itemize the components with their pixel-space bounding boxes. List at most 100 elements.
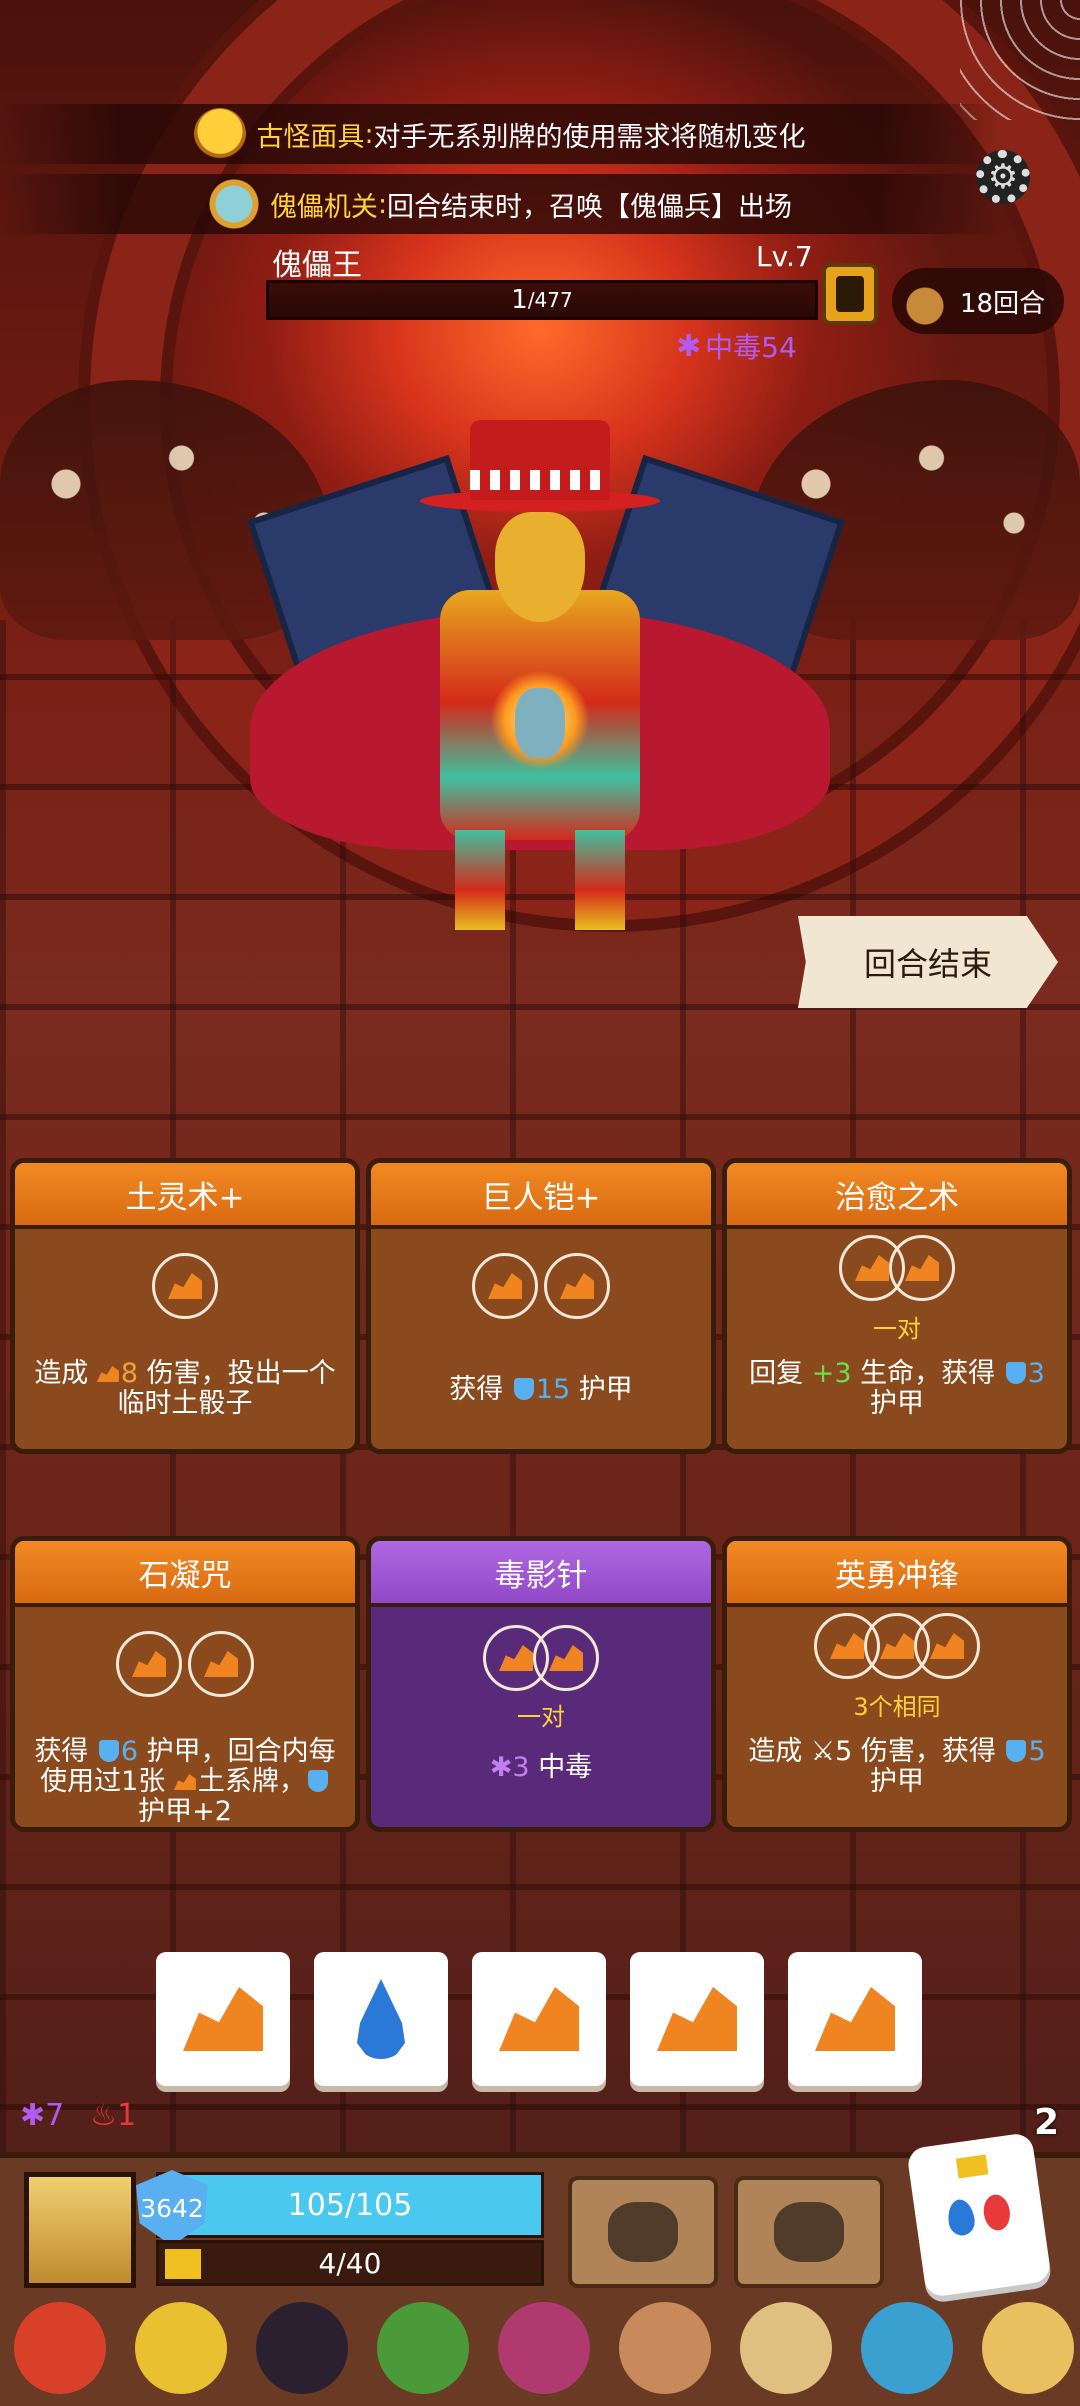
- earth-icon: [204, 1651, 238, 1677]
- desc-text: 中毒: [529, 1752, 593, 1783]
- dice-slot[interactable]: [533, 1625, 599, 1691]
- earth-icon: [168, 1273, 202, 1299]
- desc-text: 造成: [748, 1736, 811, 1767]
- die-earth[interactable]: [788, 1952, 922, 2086]
- hourglass-bag-icon: [900, 276, 950, 326]
- relic-mirror-icon[interactable]: [740, 2302, 832, 2394]
- card-poison-needle[interactable]: 毒影针 一对 ✱3 中毒: [366, 1536, 716, 1832]
- player-avatar[interactable]: [24, 2172, 136, 2288]
- dice-slots: [15, 1253, 355, 1319]
- die-earth[interactable]: [472, 1952, 606, 2086]
- earth-icon: [499, 1987, 579, 2051]
- boss-poison-status[interactable]: ✱ 中毒54: [676, 326, 797, 366]
- player-fire-status[interactable]: ♨1: [90, 2098, 136, 2133]
- boss-hp-bar: 1 /477: [266, 280, 818, 320]
- trait-text: 对手无系别牌的使用需求将随机变化: [373, 121, 806, 153]
- card-giant-armor[interactable]: 巨人铠+ 获得 15 护甲: [366, 1158, 716, 1454]
- card-stone-curse[interactable]: 石凝咒 获得 6 护甲，回合内每使用过1张 土系牌，护甲+2: [10, 1536, 360, 1832]
- relic-magic-hat-icon[interactable]: [256, 2302, 348, 2394]
- dice-slot[interactable]: [152, 1253, 218, 1319]
- damage-value: 5: [835, 1736, 853, 1767]
- boss-leg-left: [455, 830, 505, 930]
- shield-icon: [98, 1740, 119, 1762]
- boss-mask-face: [495, 512, 585, 622]
- earth-icon: [815, 1987, 895, 2051]
- xp-value: 4/40: [318, 2246, 382, 2280]
- boss-trait-banner-1[interactable]: 古怪面具 : 对手无系别牌的使用需求将随机变化: [0, 104, 1000, 164]
- boss-hat: [470, 420, 610, 500]
- skill-button-claw[interactable]: [734, 2176, 884, 2288]
- reroll-dice-button[interactable]: [906, 2131, 1052, 2299]
- claw-icon: [774, 2202, 844, 2262]
- earth-icon: [488, 1273, 522, 1299]
- poison-splat-icon: ✱: [489, 1752, 513, 1783]
- puppet-king-boss[interactable]: [230, 420, 850, 940]
- gear-icon[interactable]: ⚙: [976, 150, 1030, 204]
- relic-banana-icon[interactable]: [982, 2302, 1074, 2394]
- earth-icon: [132, 1651, 166, 1677]
- dice-slot[interactable]: [116, 1631, 182, 1697]
- armor-value: 3: [1027, 1358, 1045, 1389]
- shield-icon: [513, 1378, 534, 1400]
- player-status-effects: ✱7 ♨1: [20, 2098, 136, 2133]
- dice-slot[interactable]: [188, 1631, 254, 1697]
- shield-icon: [307, 1770, 328, 1792]
- earth-icon: [855, 1255, 889, 1281]
- earth-icon: [880, 1633, 914, 1659]
- earth-icon: [657, 1987, 737, 2051]
- desc-text: 土系牌，: [197, 1766, 306, 1797]
- relic-heart-gem-icon[interactable]: [498, 2302, 590, 2394]
- die-earth[interactable]: [156, 1952, 290, 2086]
- combo-requirement: 3个相同: [853, 1693, 941, 1721]
- boss-trait-banner-2[interactable]: 傀儡机关 : 回合结束时，召唤【傀儡兵】出场: [0, 174, 1000, 234]
- relic-scroll-icon[interactable]: [619, 2302, 711, 2394]
- dice-slot[interactable]: [889, 1235, 955, 1301]
- damage-value: 8: [120, 1358, 139, 1389]
- card-description: 造成 ⚔5 伤害，获得 5 护甲: [739, 1737, 1055, 1797]
- trait-separator: :: [364, 118, 374, 150]
- trait-text: 回合结束时，召唤【傀儡兵】出场: [387, 191, 793, 223]
- heart-icon: [981, 2192, 1013, 2233]
- earth-icon: [499, 1645, 533, 1671]
- dice-slot[interactable]: [544, 1253, 610, 1319]
- dice-slot[interactable]: [914, 1613, 980, 1679]
- earth-icon: [549, 1645, 583, 1671]
- card-earth-spell[interactable]: 土灵术+ 造成 8 伤害，投出一个临时土骰子: [10, 1158, 360, 1454]
- end-turn-button[interactable]: 回合结束: [798, 916, 1058, 1008]
- desc-text: 护甲: [570, 1374, 633, 1405]
- poison-value: 3: [512, 1752, 530, 1783]
- card-healing[interactable]: 治愈之术 一对 回复 +3 生命，获得 3 护甲: [722, 1158, 1072, 1454]
- fire-stacks: 1: [117, 2098, 137, 2133]
- relic-red-horn-icon[interactable]: [14, 2302, 106, 2394]
- card-heroic-charge[interactable]: 英勇冲锋 3个相同 造成 ⚔5 伤害，获得 5 护甲: [722, 1536, 1072, 1832]
- puppet-icon: [207, 178, 260, 230]
- fist-icon: [608, 2202, 678, 2262]
- dice-slots: [727, 1235, 1067, 1301]
- player-poison-status[interactable]: ✱7: [20, 2098, 64, 2133]
- heal-value: +3: [811, 1358, 852, 1389]
- earth-icon: [830, 1633, 864, 1659]
- dice-slot[interactable]: [472, 1253, 538, 1319]
- relic-bar: [14, 2302, 1074, 2394]
- earth-icon: [96, 1366, 119, 1382]
- relic-pumpkin-shield-icon[interactable]: [861, 2302, 953, 2394]
- earth-icon: [560, 1273, 594, 1299]
- shield-icon: [1005, 1362, 1026, 1384]
- card-description: 回复 +3 生命，获得 3 护甲: [739, 1359, 1055, 1419]
- water-drop-icon: [357, 1979, 405, 2059]
- player-hp-bar: 105/105: [156, 2172, 544, 2238]
- desc-text: 伤害，获得: [852, 1736, 1005, 1767]
- card-title: 英勇冲锋: [727, 1541, 1067, 1607]
- boss-level: Lv.7: [756, 240, 813, 273]
- boss-poison-value: 中毒54: [705, 331, 797, 364]
- water-drop-icon: [945, 2197, 977, 2238]
- die-earth[interactable]: [630, 1952, 764, 2086]
- die-water[interactable]: [314, 1952, 448, 2086]
- bestiary-button[interactable]: [822, 263, 878, 325]
- relic-green-book-icon[interactable]: [377, 2302, 469, 2394]
- energy-icon: [165, 2249, 201, 2279]
- card-description: ✱3 中毒: [383, 1753, 699, 1783]
- skill-button-fist[interactable]: [568, 2176, 718, 2288]
- relic-gold-helmet-icon[interactable]: [135, 2302, 227, 2394]
- cobweb-decoration: [960, 0, 1080, 120]
